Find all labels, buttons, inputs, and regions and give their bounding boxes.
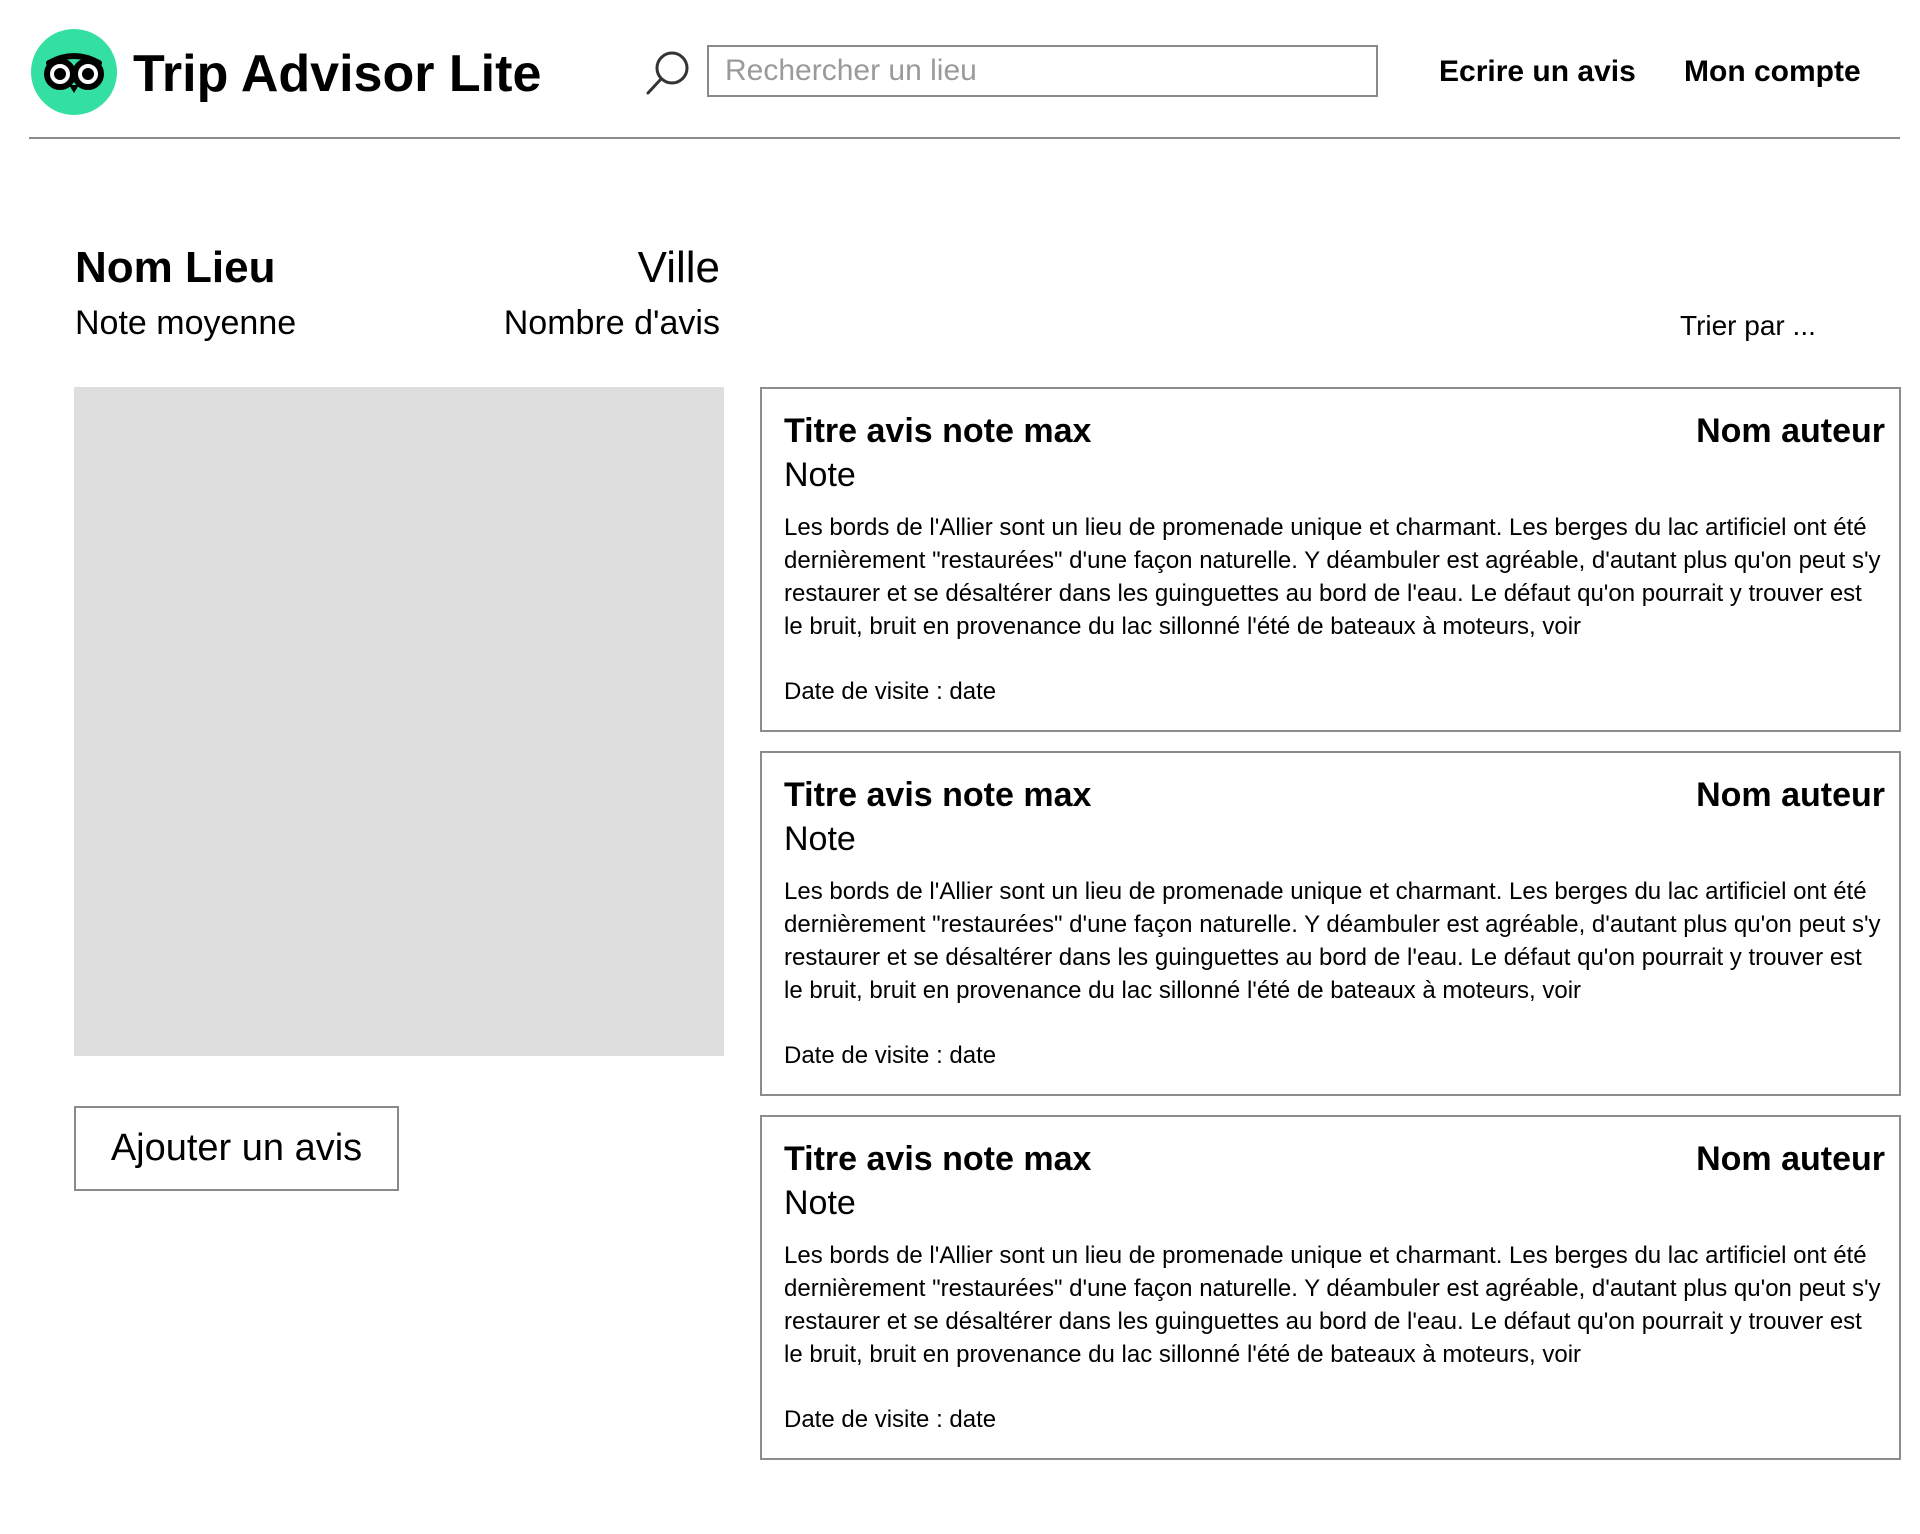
sort-dropdown[interactable]: Trier par ...: [1680, 307, 1830, 345]
review-date-value: date: [949, 678, 997, 705]
review-date-value: date: [949, 1042, 997, 1069]
review-title: Titre avis note max: [784, 776, 1092, 814]
review-date-label: Date de visite :: [784, 678, 943, 705]
nav-write-review-link[interactable]: Ecrire un avis: [1439, 52, 1636, 92]
header-divider: [29, 137, 1900, 139]
add-review-button[interactable]: Ajouter un avis: [74, 1106, 399, 1191]
review-date-value: date: [949, 1406, 997, 1433]
place-image-placeholder: [74, 387, 724, 1056]
review-note: Note: [784, 456, 856, 494]
review-card[interactable]: Titre avis note max Nom auteur Note Les …: [760, 387, 1901, 732]
place-city: Ville: [637, 243, 720, 292]
place-name: Nom Lieu: [75, 243, 276, 292]
review-note: Note: [784, 820, 856, 858]
owl-eyes-icon: [44, 53, 104, 93]
review-visit-date: Date de visite : date: [784, 1405, 996, 1435]
review-author: Nom auteur: [1696, 776, 1885, 814]
review-visit-date: Date de visite : date: [784, 1041, 996, 1071]
review-date-label: Date de visite :: [784, 1042, 943, 1069]
review-date-label: Date de visite :: [784, 1406, 943, 1433]
review-author: Nom auteur: [1696, 412, 1885, 450]
place-average-rating: Note moyenne: [75, 304, 297, 342]
review-text: Les bords de l'Allier sont un lieu de pr…: [784, 1242, 1881, 1368]
review-visit-date: Date de visite : date: [784, 677, 996, 707]
search-icon[interactable]: [644, 48, 692, 103]
logo-icon[interactable]: [31, 29, 117, 115]
app-title: Trip Advisor Lite: [133, 45, 542, 103]
review-title: Titre avis note max: [784, 412, 1092, 450]
search-input[interactable]: [707, 45, 1378, 97]
place-review-count: Nombre d'avis: [503, 304, 720, 342]
review-author: Nom auteur: [1696, 1140, 1885, 1178]
review-text: Les bords de l'Allier sont un lieu de pr…: [784, 878, 1881, 1004]
review-card[interactable]: Titre avis note max Nom auteur Note Les …: [760, 751, 1901, 1096]
review-title: Titre avis note max: [784, 1140, 1092, 1178]
review-card[interactable]: Titre avis note max Nom auteur Note Les …: [760, 1115, 1901, 1460]
review-text: Les bords de l'Allier sont un lieu de pr…: [784, 514, 1881, 640]
review-note: Note: [784, 1184, 856, 1222]
nav-my-account-link[interactable]: Mon compte: [1684, 52, 1861, 92]
